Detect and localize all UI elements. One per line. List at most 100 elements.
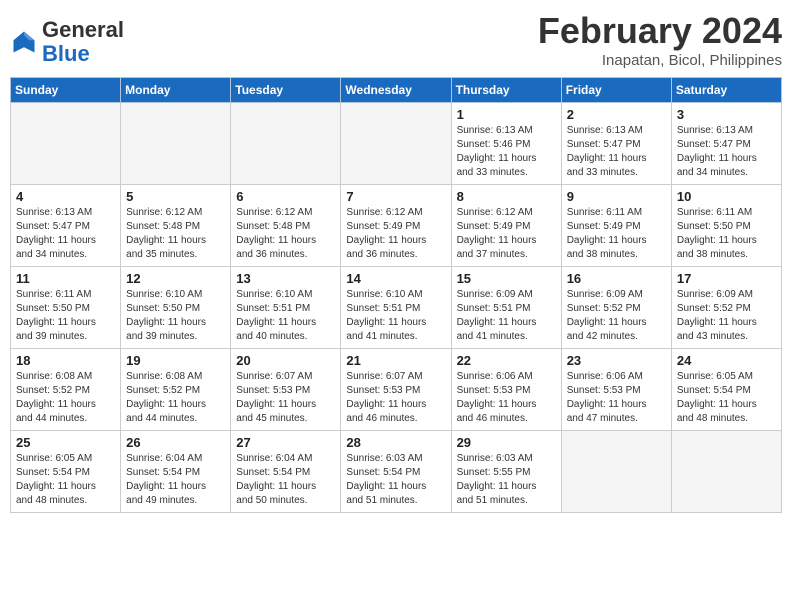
day-info: Sunrise: 6:10 AM Sunset: 5:50 PM Dayligh… (126, 288, 225, 344)
day-info: Sunrise: 6:11 AM Sunset: 5:49 PM Dayligh… (567, 206, 666, 262)
calendar-cell: 14 Sunrise: 6:10 AM Sunset: 5:51 PM Dayli… (341, 267, 451, 349)
calendar-cell: 10 Sunrise: 6:11 AM Sunset: 5:50 PM Dayli… (671, 185, 781, 267)
day-info: Sunrise: 6:07 AM Sunset: 5:53 PM Dayligh… (236, 370, 335, 426)
day-number: 19 (126, 353, 225, 368)
calendar-week-row: 4 Sunrise: 6:13 AM Sunset: 5:47 PM Daylig… (11, 185, 782, 267)
logo: General Blue (10, 18, 124, 66)
calendar-week-row: 1 Sunrise: 6:13 AM Sunset: 5:46 PM Daylig… (11, 103, 782, 185)
calendar-cell: 16 Sunrise: 6:09 AM Sunset: 5:52 PM Dayli… (561, 267, 671, 349)
day-number: 28 (346, 435, 445, 450)
day-info: Sunrise: 6:13 AM Sunset: 5:47 PM Dayligh… (567, 124, 666, 180)
day-number: 8 (457, 189, 556, 204)
day-info: Sunrise: 6:05 AM Sunset: 5:54 PM Dayligh… (16, 452, 115, 508)
day-info: Sunrise: 6:07 AM Sunset: 5:53 PM Dayligh… (346, 370, 445, 426)
col-header-friday: Friday (561, 78, 671, 103)
calendar-cell: 26 Sunrise: 6:04 AM Sunset: 5:54 PM Dayli… (121, 431, 231, 513)
day-number: 22 (457, 353, 556, 368)
calendar-cell: 11Sunrise: 6:11 AM Sunset: 5:50 PM Dayli… (11, 267, 121, 349)
day-number: 24 (677, 353, 776, 368)
calendar-cell: 21Sunrise: 6:07 AM Sunset: 5:53 PM Dayli… (341, 349, 451, 431)
logo-icon (10, 28, 38, 56)
calendar-week-row: 18Sunrise: 6:08 AM Sunset: 5:52 PM Dayli… (11, 349, 782, 431)
day-number: 11 (16, 271, 115, 286)
calendar-cell (11, 103, 121, 185)
calendar-cell (341, 103, 451, 185)
day-info: Sunrise: 6:09 AM Sunset: 5:52 PM Dayligh… (677, 288, 776, 344)
col-header-thursday: Thursday (451, 78, 561, 103)
calendar-table: SundayMondayTuesdayWednesdayThursdayFrid… (10, 77, 782, 513)
day-info: Sunrise: 6:05 AM Sunset: 5:54 PM Dayligh… (677, 370, 776, 426)
title-block: February 2024 Inapatan, Bicol, Philippin… (538, 10, 782, 69)
col-header-sunday: Sunday (11, 78, 121, 103)
day-info: Sunrise: 6:06 AM Sunset: 5:53 PM Dayligh… (567, 370, 666, 426)
day-info: Sunrise: 6:08 AM Sunset: 5:52 PM Dayligh… (16, 370, 115, 426)
day-info: Sunrise: 6:03 AM Sunset: 5:55 PM Dayligh… (457, 452, 556, 508)
day-number: 27 (236, 435, 335, 450)
day-info: Sunrise: 6:06 AM Sunset: 5:53 PM Dayligh… (457, 370, 556, 426)
calendar-cell: 15 Sunrise: 6:09 AM Sunset: 5:51 PM Dayli… (451, 267, 561, 349)
page-header: General Blue February 2024 Inapatan, Bic… (10, 10, 782, 69)
calendar-cell: 17 Sunrise: 6:09 AM Sunset: 5:52 PM Dayli… (671, 267, 781, 349)
col-header-saturday: Saturday (671, 78, 781, 103)
calendar-cell (231, 103, 341, 185)
day-info: Sunrise: 6:11 AM Sunset: 5:50 PM Dayligh… (677, 206, 776, 262)
day-info: Sunrise: 6:13 AM Sunset: 5:46 PM Dayligh… (457, 124, 556, 180)
day-number: 25 (16, 435, 115, 450)
day-number: 29 (457, 435, 556, 450)
calendar-cell: 4 Sunrise: 6:13 AM Sunset: 5:47 PM Daylig… (11, 185, 121, 267)
day-info: Sunrise: 6:12 AM Sunset: 5:48 PM Dayligh… (236, 206, 335, 262)
calendar-cell: 22 Sunrise: 6:06 AM Sunset: 5:53 PM Dayli… (451, 349, 561, 431)
calendar-cell: 7 Sunrise: 6:12 AM Sunset: 5:49 PM Daylig… (341, 185, 451, 267)
calendar-week-row: 11Sunrise: 6:11 AM Sunset: 5:50 PM Dayli… (11, 267, 782, 349)
day-number: 2 (567, 107, 666, 122)
calendar-cell: 8Sunrise: 6:12 AM Sunset: 5:49 PM Daylig… (451, 185, 561, 267)
day-number: 6 (236, 189, 335, 204)
day-number: 20 (236, 353, 335, 368)
day-number: 14 (346, 271, 445, 286)
calendar-cell: 20 Sunrise: 6:07 AM Sunset: 5:53 PM Dayli… (231, 349, 341, 431)
calendar-cell: 12 Sunrise: 6:10 AM Sunset: 5:50 PM Dayli… (121, 267, 231, 349)
calendar-cell: 5 Sunrise: 6:12 AM Sunset: 5:48 PM Daylig… (121, 185, 231, 267)
day-info: Sunrise: 6:12 AM Sunset: 5:49 PM Dayligh… (346, 206, 445, 262)
day-info: Sunrise: 6:09 AM Sunset: 5:51 PM Dayligh… (457, 288, 556, 344)
day-number: 5 (126, 189, 225, 204)
calendar-cell (561, 431, 671, 513)
day-info: Sunrise: 6:08 AM Sunset: 5:52 PM Dayligh… (126, 370, 225, 426)
day-number: 10 (677, 189, 776, 204)
calendar-cell: 28 Sunrise: 6:03 AM Sunset: 5:54 PM Dayli… (341, 431, 451, 513)
day-info: Sunrise: 6:12 AM Sunset: 5:48 PM Dayligh… (126, 206, 225, 262)
calendar-cell: 25 Sunrise: 6:05 AM Sunset: 5:54 PM Dayli… (11, 431, 121, 513)
calendar-cell: 9 Sunrise: 6:11 AM Sunset: 5:49 PM Daylig… (561, 185, 671, 267)
day-info: Sunrise: 6:04 AM Sunset: 5:54 PM Dayligh… (126, 452, 225, 508)
calendar-cell: 1 Sunrise: 6:13 AM Sunset: 5:46 PM Daylig… (451, 103, 561, 185)
day-number: 7 (346, 189, 445, 204)
day-info: Sunrise: 6:09 AM Sunset: 5:52 PM Dayligh… (567, 288, 666, 344)
calendar-cell: 23 Sunrise: 6:06 AM Sunset: 5:53 PM Dayli… (561, 349, 671, 431)
calendar-cell (671, 431, 781, 513)
day-number: 26 (126, 435, 225, 450)
day-info: Sunrise: 6:03 AM Sunset: 5:54 PM Dayligh… (346, 452, 445, 508)
day-number: 3 (677, 107, 776, 122)
calendar-cell: 19 Sunrise: 6:08 AM Sunset: 5:52 PM Dayli… (121, 349, 231, 431)
col-header-tuesday: Tuesday (231, 78, 341, 103)
calendar-cell: 29 Sunrise: 6:03 AM Sunset: 5:55 PM Dayli… (451, 431, 561, 513)
day-number: 23 (567, 353, 666, 368)
calendar-cell: 27 Sunrise: 6:04 AM Sunset: 5:54 PM Dayli… (231, 431, 341, 513)
day-number: 15 (457, 271, 556, 286)
day-info: Sunrise: 6:13 AM Sunset: 5:47 PM Dayligh… (16, 206, 115, 262)
day-number: 9 (567, 189, 666, 204)
day-number: 4 (16, 189, 115, 204)
day-number: 16 (567, 271, 666, 286)
calendar-cell (121, 103, 231, 185)
day-number: 17 (677, 271, 776, 286)
day-info: Sunrise: 6:10 AM Sunset: 5:51 PM Dayligh… (346, 288, 445, 344)
day-number: 12 (126, 271, 225, 286)
calendar-cell: 2 Sunrise: 6:13 AM Sunset: 5:47 PM Daylig… (561, 103, 671, 185)
calendar-cell: 13Sunrise: 6:10 AM Sunset: 5:51 PM Dayli… (231, 267, 341, 349)
day-number: 1 (457, 107, 556, 122)
day-info: Sunrise: 6:04 AM Sunset: 5:54 PM Dayligh… (236, 452, 335, 508)
day-info: Sunrise: 6:13 AM Sunset: 5:47 PM Dayligh… (677, 124, 776, 180)
col-header-wednesday: Wednesday (341, 78, 451, 103)
calendar-week-row: 25 Sunrise: 6:05 AM Sunset: 5:54 PM Dayli… (11, 431, 782, 513)
calendar-header-row: SundayMondayTuesdayWednesdayThursdayFrid… (11, 78, 782, 103)
